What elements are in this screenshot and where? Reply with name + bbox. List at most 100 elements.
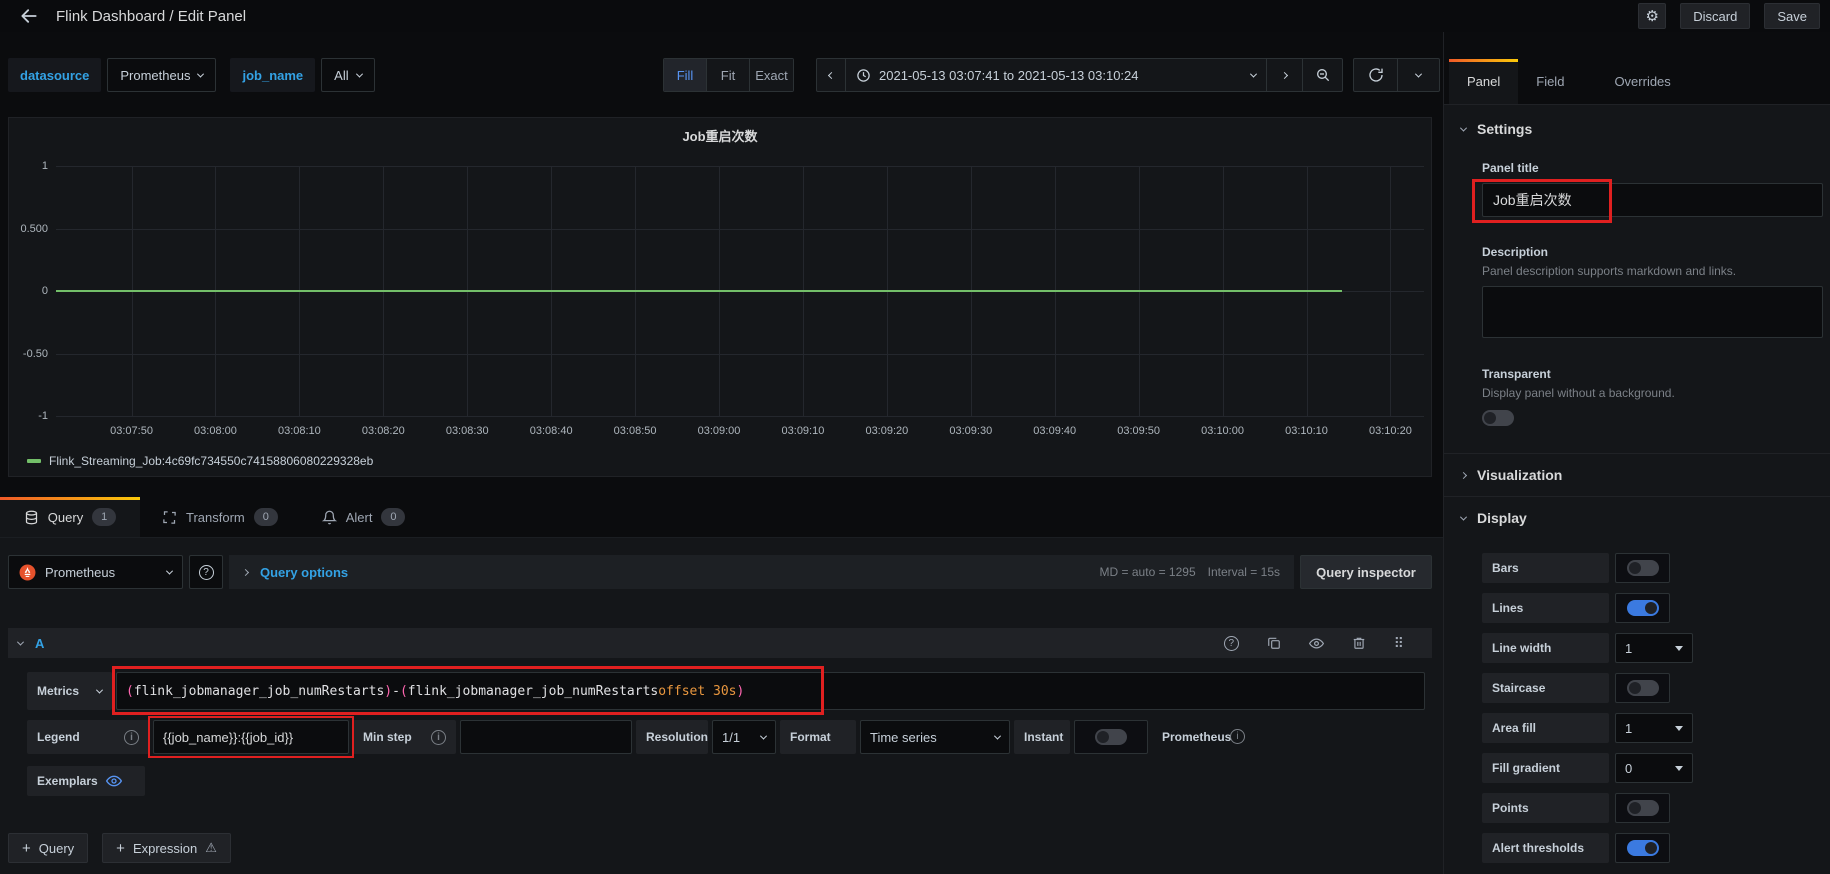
resolution-label: Resolution [636,720,708,754]
fill-gradient-value: 0 [1625,760,1633,776]
staircase-toggle[interactable] [1615,673,1670,703]
info-icon: i [431,729,446,745]
duplicate-query-button[interactable] [1267,636,1281,650]
expr-token: flink_jobmanager_job_numRestarts [133,683,385,699]
tab-alert[interactable]: Alert 0 [300,497,428,537]
time-controls: 2021-05-13 03:07:41 to 2021-05-13 03:10:… [816,58,1440,92]
description-textarea[interactable] [1482,286,1823,338]
datasource-help-button[interactable]: ? [189,555,223,589]
tab-alert-label: Alert [345,509,373,525]
disable-query-button[interactable] [1308,636,1324,651]
alert-thresholds-toggle[interactable] [1615,833,1670,863]
format-label-text: Format [790,730,831,744]
chart-panel: Job重启次数 1 0.500 0 -0.50 -1 03:07:50 03:08:00 0… [8,117,1432,477]
sidebar-tab-field[interactable]: Field [1518,59,1582,104]
max-data-points-text: MD = auto = 1295 [1099,565,1196,579]
copy-icon [1267,636,1281,650]
query-options-toggle[interactable]: Query options [260,565,348,580]
caret-down-icon [1675,646,1683,655]
x-tick-label: 03:08:10 [277,425,321,437]
time-range-picker[interactable]: 2021-05-13 03:07:41 to 2021-05-13 03:10:… [846,58,1266,92]
exemplars-row: Exemplars [27,766,1425,796]
legend-item[interactable]: Flink_Streaming_Job:4c69fc734550c7415880… [27,454,373,468]
variable-label-datasource[interactable]: datasource [8,58,102,92]
settings-section-header[interactable]: Settings [1444,121,1830,137]
query-inspector-button[interactable]: Query inspector [1300,555,1432,589]
fit-mode-fit[interactable]: Fit [707,59,750,91]
series-line [56,290,1342,292]
plus-icon: + [22,839,31,857]
instant-label-text: Instant [1024,730,1064,744]
prometheus-icon [19,564,36,581]
variable-label-job-name[interactable]: job_name [230,58,316,92]
datasource-variable-picker[interactable]: Prometheus [107,58,217,92]
save-button[interactable]: Save [1764,3,1820,29]
transparent-toggle[interactable] [1482,410,1822,429]
dashboard-settings-button[interactable]: ⚙ [1638,3,1667,29]
discard-button[interactable]: Discard [1680,3,1751,29]
refresh-icon [1368,67,1384,83]
x-tick-label: 03:08:50 [613,425,657,437]
query-a-header[interactable]: A ? ⠿ [8,628,1432,658]
promql-expression-input[interactable]: (flink_jobmanager_job_numRestarts) -(flin… [116,672,1425,710]
visualization-section-header[interactable]: Visualization [1444,454,1830,496]
delete-query-button[interactable] [1352,636,1366,650]
panel-title-input[interactable] [1482,183,1823,217]
drag-handle[interactable]: ⠿ [1394,635,1404,652]
legend-series-name: Flink_Streaming_Job:4c69fc734550c7415880… [49,454,374,468]
min-step-label-text: Min step [363,730,412,744]
back-button[interactable] [12,3,46,29]
time-shift-back-button[interactable] [816,58,846,92]
lines-toggle[interactable] [1615,593,1670,623]
exemplars-eye-icon[interactable] [105,773,122,789]
resolution-select[interactable]: 1/1 [712,720,776,754]
format-label: Format [780,720,856,754]
tab-query-label: Query [47,509,84,525]
sidebar-tab-panel[interactable]: Panel [1449,59,1519,104]
line-width-select[interactable]: 1 [1615,633,1693,663]
y-axis: 1 0.500 0 -0.50 -1 [9,160,56,422]
time-range-text: 2021-05-13 03:07:41 to 2021-05-13 03:10:… [879,67,1139,83]
chevron-down-icon [1459,124,1468,132]
fit-mode-fill[interactable]: Fill [664,59,707,91]
toolbar: datasource Prometheus job_name All Fill … [0,32,1443,98]
chart-plot-area[interactable] [56,166,1424,417]
points-toggle[interactable] [1615,793,1670,823]
job-name-variable-picker[interactable]: All [321,58,375,92]
metrics-dropdown[interactable]: Metrics [27,672,112,710]
add-query-button[interactable]: + Query [8,833,89,863]
sidebar-tab-overrides[interactable]: Overrides [1596,59,1688,104]
time-shift-forward-button[interactable] [1266,58,1303,92]
add-expression-button[interactable]: + Expression ⚠ [102,833,231,863]
toggle-off [1482,410,1514,426]
display-row-staircase: Staircase [1482,673,1822,703]
x-tick-label: 03:10:00 [1201,425,1244,437]
x-tick-label: 03:09:00 [697,425,741,437]
display-row-label: Line width [1482,633,1609,663]
fit-mode-exact[interactable]: Exact [750,59,793,91]
exemplars-label-text: Exemplars [37,774,98,788]
caret-down-icon [1675,726,1683,735]
bars-toggle[interactable] [1615,553,1670,583]
tab-query[interactable]: Query 1 [0,497,140,537]
transparent-label: Transparent [1482,367,1551,381]
tab-transform[interactable]: Transform 0 [140,497,300,537]
instant-toggle[interactable] [1074,720,1148,754]
query-datasource-picker[interactable]: Prometheus [8,555,183,589]
trash-icon [1352,636,1366,650]
display-row-label: Alert thresholds [1482,833,1609,863]
fill-gradient-select[interactable]: 0 [1615,753,1693,783]
refresh-interval-dropdown[interactable] [1398,58,1440,92]
transform-icon [162,510,177,525]
query-help-button[interactable]: ? [1223,635,1239,651]
zoom-out-button[interactable] [1303,58,1343,92]
min-step-input[interactable] [460,720,632,754]
datasource-hint-text: Prometheus [1162,730,1232,744]
add-query-label: Query [38,840,75,856]
area-fill-select[interactable]: 1 [1615,713,1693,743]
refresh-button[interactable] [1353,58,1398,92]
format-select[interactable]: Time series [860,720,1010,754]
legend-format-input[interactable]: {{job_name}}:{{job_id}} [153,720,349,754]
display-section-header[interactable]: Display [1444,497,1830,539]
x-tick-label: 03:07:50 [110,425,153,437]
